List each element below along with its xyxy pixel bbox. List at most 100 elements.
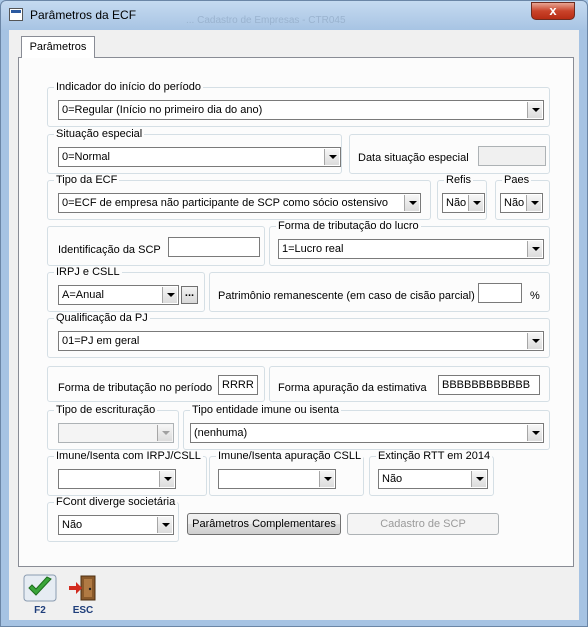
group-qualificacao: Qualificação da PJ 01=PJ em geral xyxy=(47,312,550,358)
tab-panel-parametros: Indicador do início do período 0=Regular… xyxy=(18,57,574,567)
group-data-situacao: Data situação especial xyxy=(349,134,550,174)
group-forma-tributacao-periodo: Forma de tributação no período RRRR xyxy=(47,366,265,402)
tipo-ecf-label: Tipo da ECF xyxy=(54,174,120,186)
chevron-down-icon[interactable] xyxy=(527,102,542,118)
chevron-down-icon[interactable] xyxy=(404,195,419,211)
forma-apuracao-estimativa-field[interactable]: BBBBBBBBBBBB xyxy=(438,375,540,395)
identificacao-scp-label: Identificação da SCP xyxy=(58,244,161,256)
group-irpj-csll: IRPJ e CSLL A=Anual ... xyxy=(47,266,205,312)
situacao-label: Situação especial xyxy=(54,128,145,140)
imune-irpj-label: Imune/Isenta com IRPJ/CSLL xyxy=(54,450,203,462)
confirm-key-label: F2 xyxy=(34,605,46,616)
forma-tributacao-periodo-label: Forma de tributação no período xyxy=(58,382,213,394)
tipo-ecf-value: 0=ECF de empresa não participante de SCP… xyxy=(62,197,389,209)
forma-tributacao-lucro-select[interactable]: 1=Lucro real xyxy=(278,239,544,259)
close-button[interactable]: x xyxy=(531,2,575,20)
group-situacao: Situação especial 0=Normal xyxy=(47,128,342,174)
forma-tributacao-periodo-value: RRRR xyxy=(222,379,254,391)
qualificacao-select[interactable]: 01=PJ em geral xyxy=(58,331,544,351)
chevron-down-icon[interactable] xyxy=(159,471,174,487)
fcont-label: FCont diverge societária xyxy=(54,496,178,508)
data-situacao-field[interactable] xyxy=(478,146,546,166)
group-refis: Refis Não xyxy=(437,174,487,220)
paes-label: Paes xyxy=(502,174,532,186)
chevron-down-icon[interactable] xyxy=(157,517,172,533)
exit-key-label: ESC xyxy=(72,605,94,616)
tab-parametros[interactable]: Parâmetros xyxy=(21,36,95,58)
tipo-ecf-select[interactable]: 0=ECF de empresa não participante de SCP… xyxy=(58,193,421,213)
confirm-button[interactable]: F2 xyxy=(21,572,59,619)
irpj-csll-lookup-button[interactable]: ... xyxy=(181,286,198,304)
chevron-down-icon[interactable] xyxy=(468,195,483,211)
group-extincao-rtt: Extinção RTT em 2014 Não xyxy=(369,450,494,496)
background-window-title: ... Cadastro de Empresas - CTR045 xyxy=(186,15,346,26)
indicador-value: 0=Regular (Início no primeiro dia do ano… xyxy=(62,104,263,116)
refis-value: Não xyxy=(446,197,467,209)
tipo-escrituracao-select[interactable] xyxy=(58,423,174,443)
checkmark-icon xyxy=(23,574,57,602)
forma-tributacao-lucro-value: 1=Lucro real xyxy=(282,243,344,255)
chevron-down-icon[interactable] xyxy=(526,195,541,211)
group-patrimonio: Patrimônio remanescente (em caso de cisã… xyxy=(209,272,550,312)
qualificacao-value: 01=PJ em geral xyxy=(62,335,140,347)
group-imune-irpj: Imune/Isenta com IRPJ/CSLL xyxy=(47,450,207,496)
patrimonio-label: Patrimônio remanescente (em caso de cisã… xyxy=(218,290,475,302)
exit-button[interactable]: ESC xyxy=(64,572,102,619)
chevron-down-icon[interactable] xyxy=(527,241,542,257)
indicador-select[interactable]: 0=Regular (Início no primeiro dia do ano… xyxy=(58,100,544,120)
patrimonio-field[interactable] xyxy=(478,283,522,303)
indicador-label: Indicador do início do período xyxy=(54,81,203,93)
window-icon xyxy=(9,8,23,21)
chevron-down-icon[interactable] xyxy=(527,333,542,349)
group-indicador: Indicador do início do período 0=Regular… xyxy=(47,81,550,127)
cadastro-scp-button[interactable]: Cadastro de SCP xyxy=(347,513,499,535)
forma-tributacao-lucro-label: Forma de tributação do lucro xyxy=(276,220,421,232)
extincao-rtt-label: Extinção RTT em 2014 xyxy=(376,450,493,462)
forma-apuracao-estimativa-value: BBBBBBBBBBBB xyxy=(442,379,531,391)
extincao-rtt-value: Não xyxy=(382,473,403,485)
refis-label: Refis xyxy=(444,174,474,186)
group-imune-csll: Imune/Isenta apuração CSLL xyxy=(209,450,364,496)
imune-csll-label: Imune/Isenta apuração CSLL xyxy=(216,450,364,462)
qualificacao-label: Qualificação da PJ xyxy=(54,312,150,324)
paes-value: Não xyxy=(504,197,525,209)
chevron-down-icon[interactable] xyxy=(162,287,177,303)
paes-select[interactable]: Não xyxy=(500,193,543,213)
forma-apuracao-estimativa-label: Forma apuração da estimativa xyxy=(278,382,427,394)
irpj-csll-value: A=Anual xyxy=(62,289,104,301)
title-bar[interactable]: Parâmetros da ECF ... Cadastro de Empres… xyxy=(1,1,587,29)
tipo-entidade-select[interactable]: (nenhuma) xyxy=(190,423,544,443)
group-paes: Paes Não xyxy=(495,174,550,220)
chevron-down-icon[interactable] xyxy=(324,149,339,165)
imune-irpj-select[interactable] xyxy=(58,469,176,489)
close-icon: x xyxy=(549,3,557,18)
window-title: Parâmetros da ECF xyxy=(30,8,137,22)
chevron-down-icon[interactable] xyxy=(319,471,334,487)
refis-select[interactable]: Não xyxy=(442,193,485,213)
tipo-escrituracao-label: Tipo de escrituração xyxy=(54,404,158,416)
irpj-csll-select[interactable]: A=Anual xyxy=(58,285,179,305)
exit-door-icon xyxy=(69,575,96,601)
group-tipo-escrituracao: Tipo de escrituração xyxy=(47,404,179,450)
dialog-window: Parâmetros da ECF ... Cadastro de Empres… xyxy=(0,0,588,627)
fcont-select[interactable]: Não xyxy=(58,515,174,535)
tipo-entidade-value: (nenhuma) xyxy=(194,427,248,439)
parametros-complementares-button[interactable]: Parâmetros Complementares xyxy=(187,513,341,535)
dialog-body: Parâmetros Indicador do início do períod… xyxy=(9,30,579,620)
bottom-toolbar: F2 ESC xyxy=(18,572,574,620)
forma-tributacao-periodo-field[interactable]: RRRR xyxy=(218,375,258,395)
irpj-csll-label: IRPJ e CSLL xyxy=(54,266,122,278)
chevron-down-icon[interactable] xyxy=(471,471,486,487)
imune-csll-select[interactable] xyxy=(218,469,336,489)
chevron-down-icon[interactable] xyxy=(157,425,172,441)
situacao-select[interactable]: 0=Normal xyxy=(58,147,341,167)
percent-unit: % xyxy=(530,290,540,302)
fcont-value: Não xyxy=(62,519,83,531)
group-tipo-entidade: Tipo entidade imune ou isenta (nenhuma) xyxy=(183,404,550,450)
tipo-entidade-label: Tipo entidade imune ou isenta xyxy=(190,404,341,416)
identificacao-scp-field[interactable] xyxy=(168,237,260,257)
chevron-down-icon[interactable] xyxy=(527,425,542,441)
data-situacao-label: Data situação especial xyxy=(358,152,469,164)
group-forma-apuracao-estimativa: Forma apuração da estimativa BBBBBBBBBBB… xyxy=(269,366,550,402)
extincao-rtt-select[interactable]: Não xyxy=(378,469,488,489)
